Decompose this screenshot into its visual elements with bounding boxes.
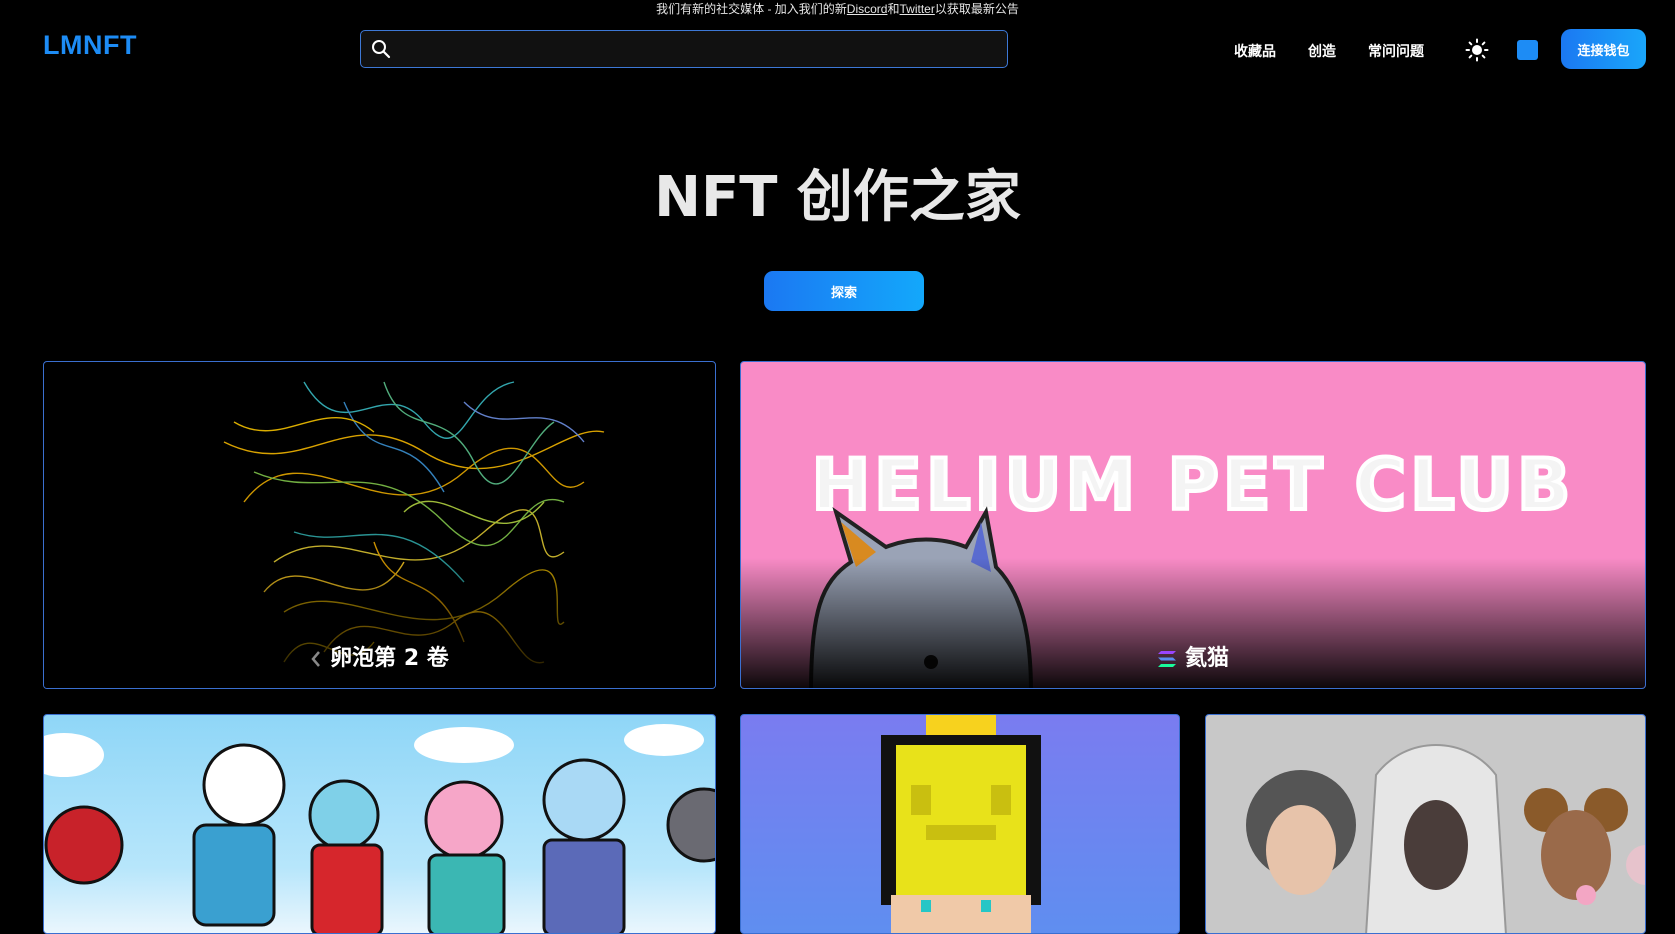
collection-card-portraits[interactable] [1205, 714, 1646, 934]
card-caption: 卵泡第 2 卷 [44, 640, 715, 672]
site-logo[interactable]: LMNFT [43, 30, 137, 61]
twitter-link[interactable]: Twitter [900, 2, 935, 16]
announcement-bar: 我们有新的社交媒体 - 加入我们的新Discord和Twitter以获取最新公告 [0, 2, 1675, 16]
card-artwork [881, 715, 1041, 933]
explore-button[interactable]: 探索 [764, 271, 924, 311]
search-icon [372, 40, 391, 59]
card-title: 卵泡第 2 卷 [330, 646, 449, 671]
search-bar[interactable] [360, 30, 1008, 68]
announcement-suffix: 以获取最新公告 [934, 2, 1019, 16]
nav-collectibles[interactable]: 收藏品 [1234, 41, 1276, 61]
card-artwork [44, 724, 715, 933]
collection-card-follicle[interactable]: 卵泡第 2 卷 [43, 361, 716, 689]
sun-icon[interactable] [1465, 38, 1489, 62]
collection-card-helium[interactable]: HELIUM PET CLUB 氦猫 [740, 361, 1646, 689]
search-input[interactable] [401, 35, 995, 65]
solana-icon [1157, 651, 1176, 667]
network-button[interactable] [1517, 40, 1538, 60]
discord-link[interactable]: Discord [847, 2, 888, 16]
connect-wallet-button[interactable]: 连接钱包 [1561, 29, 1646, 69]
collection-card-cartoon[interactable] [43, 714, 716, 934]
announcement-prefix: 我们有新的社交媒体 - 加入我们的新 [656, 2, 847, 16]
card-title: 氦猫 [1184, 646, 1229, 671]
collection-card-pixel[interactable] [740, 714, 1180, 934]
nav-faq[interactable]: 常问问题 [1368, 41, 1424, 61]
card-artwork [1246, 744, 1645, 933]
card-caption: 氦猫 [741, 640, 1645, 672]
nav-create[interactable]: 创造 [1308, 41, 1336, 61]
announcement-and: 和 [887, 2, 900, 16]
chevron-left-icon [311, 651, 321, 667]
hero-title: NFT 创作之家 [654, 165, 1021, 230]
